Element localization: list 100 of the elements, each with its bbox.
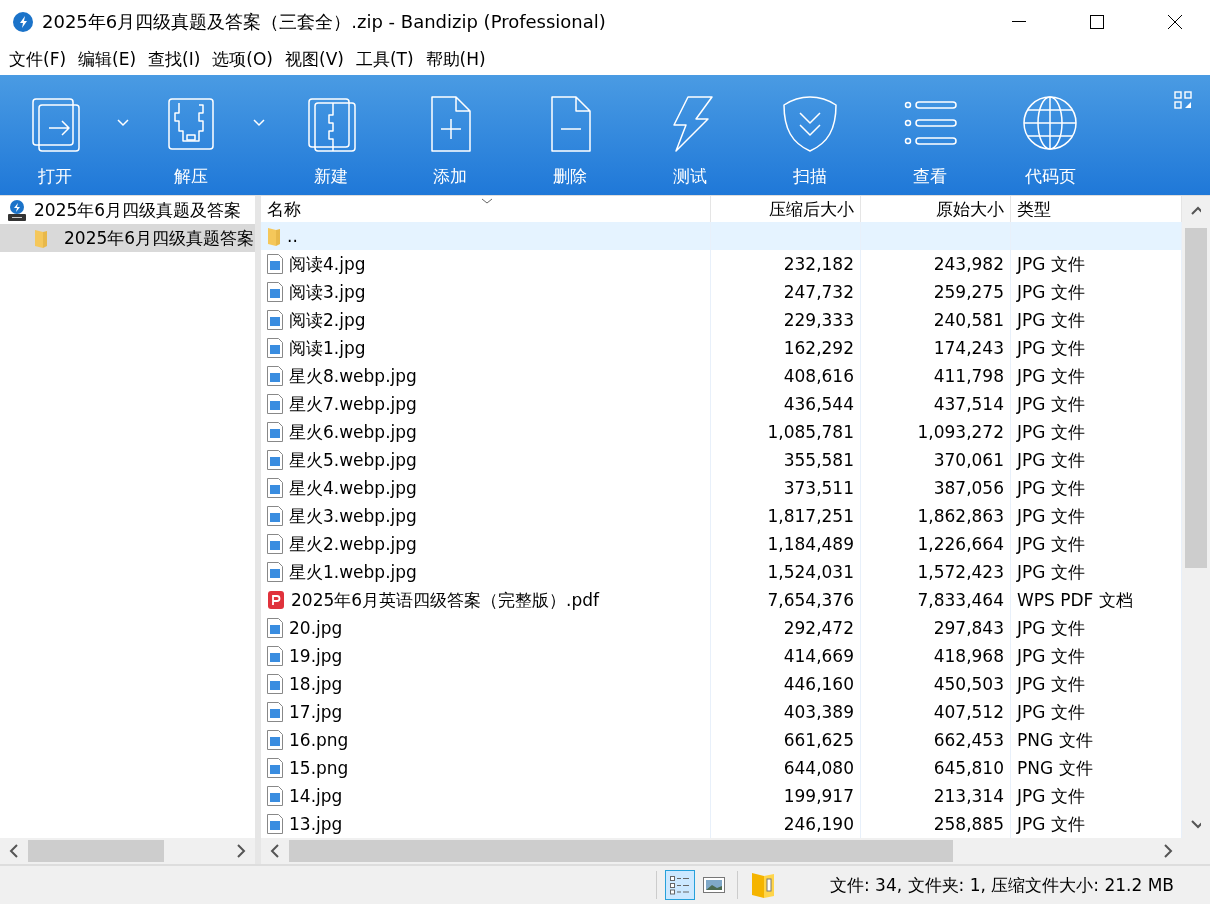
file-row[interactable]: 星火7.webp.jpg 436,544 437,514 JPG 文件 — [261, 390, 1182, 418]
packed-size-cell: 355,581 — [711, 446, 861, 474]
image-file-icon — [267, 450, 283, 470]
file-row[interactable]: 16.png 661,625 662,453 PNG 文件 — [261, 726, 1182, 754]
size-cell: 370,061 — [861, 446, 1011, 474]
file-row[interactable]: .. — [261, 222, 1182, 250]
image-file-icon — [267, 702, 283, 722]
file-name: 20.jpg — [289, 618, 343, 638]
packed-size-cell: 232,182 — [711, 250, 861, 278]
file-row[interactable]: 星火5.webp.jpg 355,581 370,061 JPG 文件 — [261, 446, 1182, 474]
file-row[interactable]: 星火1.webp.jpg 1,524,031 1,572,423 JPG 文件 — [261, 558, 1182, 586]
file-name: 星火4.webp.jpg — [289, 476, 417, 500]
file-name: 14.jpg — [289, 786, 343, 806]
file-name: 星火5.webp.jpg — [289, 448, 417, 472]
menu-item[interactable]: 查找(I) — [143, 48, 206, 71]
size-cell: 174,243 — [861, 334, 1011, 362]
file-row[interactable]: 17.jpg 403,389 407,512 JPG 文件 — [261, 698, 1182, 726]
size-cell: 297,843 — [861, 614, 1011, 642]
image-file-icon — [267, 478, 283, 498]
image-file-icon — [267, 646, 283, 666]
file-name: 星火1.webp.jpg — [289, 560, 417, 584]
file-row[interactable]: 18.jpg 446,160 450,503 JPG 文件 — [261, 670, 1182, 698]
size-cell: 411,798 — [861, 362, 1011, 390]
close-icon — [1168, 15, 1182, 29]
packed-size-cell: 661,625 — [711, 726, 861, 754]
image-file-icon — [267, 254, 283, 274]
maximize-icon — [1090, 15, 1104, 29]
file-row[interactable]: 阅读2.jpg 229,333 240,581 JPG 文件 — [261, 306, 1182, 334]
size-cell: 259,275 — [861, 278, 1011, 306]
chevron-right-icon — [1163, 844, 1173, 858]
toolbar-button[interactable]: 添加 — [390, 75, 510, 195]
image-file-icon — [267, 310, 283, 330]
file-row[interactable]: 阅读4.jpg 232,182 243,982 JPG 文件 — [261, 250, 1182, 278]
packed-size-cell: 199,917 — [711, 782, 861, 810]
packed-size-cell: 408,616 — [711, 362, 861, 390]
folder-icon — [267, 226, 281, 246]
image-file-icon — [267, 366, 283, 386]
file-row[interactable]: 阅读1.jpg 162,292 174,243 JPG 文件 — [261, 334, 1182, 362]
image-file-icon — [267, 786, 283, 806]
size-cell: 1,226,664 — [861, 530, 1011, 558]
file-row[interactable]: 星火3.webp.jpg 1,817,251 1,862,863 JPG 文件 — [261, 502, 1182, 530]
packed-size-cell: 1,085,781 — [711, 418, 861, 446]
menu-item[interactable]: 编辑(E) — [73, 48, 142, 71]
size-cell: 437,514 — [861, 390, 1011, 418]
image-file-icon — [267, 422, 283, 442]
menu-item[interactable]: 帮助(H) — [420, 48, 491, 71]
file-row[interactable]: 星火4.webp.jpg 373,511 387,056 JPG 文件 — [261, 474, 1182, 502]
image-file-icon — [267, 506, 283, 526]
toolbar-button[interactable]: 删除 — [510, 75, 630, 195]
file-name: 星火8.webp.jpg — [289, 364, 417, 388]
file-name: 17.jpg — [289, 702, 343, 722]
file-row[interactable]: 15.png 644,080 645,810 PNG 文件 — [261, 754, 1182, 782]
size-cell: 243,982 — [861, 250, 1011, 278]
size-cell: 418,968 — [861, 642, 1011, 670]
tree-item[interactable]: 2025年6月四级真题及答案 — [0, 196, 255, 224]
toolbar-button[interactable]: 代码页 — [990, 75, 1110, 195]
file-name: 18.jpg — [289, 674, 343, 694]
menu-item[interactable]: 选项(O) — [207, 48, 278, 71]
scrollbar-thumb[interactable] — [1185, 228, 1207, 568]
caret-icon — [117, 119, 129, 127]
file-row[interactable]: 阅读3.jpg 247,732 259,275 JPG 文件 — [261, 278, 1182, 306]
toolbar-button[interactable]: 扫描 — [750, 75, 870, 195]
toolbar-button[interactable]: 测试 — [630, 75, 750, 195]
image-file-icon — [267, 394, 283, 414]
file-name: 15.png — [289, 758, 349, 778]
tree-item[interactable]: 2025年6月四级真题答案 — [0, 224, 255, 252]
file-row[interactable]: 星火6.webp.jpg 1,085,781 1,093,272 JPG 文件 — [261, 418, 1182, 446]
menu-item[interactable]: 工具(T) — [350, 48, 419, 71]
caret-icon — [253, 119, 265, 127]
file-row[interactable]: 星火2.webp.jpg 1,184,489 1,226,664 JPG 文件 — [261, 530, 1182, 558]
file-row[interactable]: 19.jpg 414,669 418,968 JPG 文件 — [261, 642, 1182, 670]
size-cell: 1,862,863 — [861, 502, 1011, 530]
file-name: 16.png — [289, 730, 349, 750]
toolbar-button[interactable]: 新建 — [272, 75, 390, 195]
toolbar-button[interactable]: 打开 — [0, 75, 110, 195]
details-view-button[interactable] — [665, 870, 695, 900]
folder-icon — [34, 228, 48, 248]
file-row[interactable]: 14.jpg 199,917 213,314 JPG 文件 — [261, 782, 1182, 810]
toolbar-button[interactable]: 查看 — [870, 75, 990, 195]
packed-size-cell: 1,184,489 — [711, 530, 861, 558]
scrollbar-thumb[interactable] — [289, 840, 953, 862]
packed-size-cell: 7,654,376 — [711, 586, 861, 614]
menu-item[interactable]: 文件(F) — [4, 48, 72, 71]
window-title: 2025年6月四级真题及答案（三套全）.zip - Bandizip (Professional) — [42, 10, 607, 34]
file-name: 2025年6月英语四级答案（完整版）.pdf — [291, 588, 600, 612]
file-row[interactable]: 星火8.webp.jpg 408,616 411,798 JPG 文件 — [261, 362, 1182, 390]
file-name: 阅读3.jpg — [289, 280, 366, 304]
file-name: 星火6.webp.jpg — [289, 420, 417, 444]
scrollbar-thumb[interactable] — [28, 840, 164, 862]
toolbar-button[interactable]: 解压 — [136, 75, 246, 195]
packed-size-cell: 1,524,031 — [711, 558, 861, 586]
file-row[interactable]: 2025年6月英语四级答案（完整版）.pdf 7,654,376 7,833,464 WPS PDF 文档 — [261, 586, 1182, 614]
file-row[interactable]: 20.jpg 292,472 297,843 JPG 文件 — [261, 614, 1182, 642]
folder-icon[interactable] — [750, 871, 776, 899]
pdf-file-icon — [267, 590, 285, 610]
file-name: 阅读4.jpg — [289, 252, 366, 276]
chevron-right-icon — [236, 844, 246, 858]
menu-item[interactable]: 视图(V) — [280, 48, 349, 71]
packed-size-cell: 1,817,251 — [711, 502, 861, 530]
packed-size-cell: 403,389 — [711, 698, 861, 726]
